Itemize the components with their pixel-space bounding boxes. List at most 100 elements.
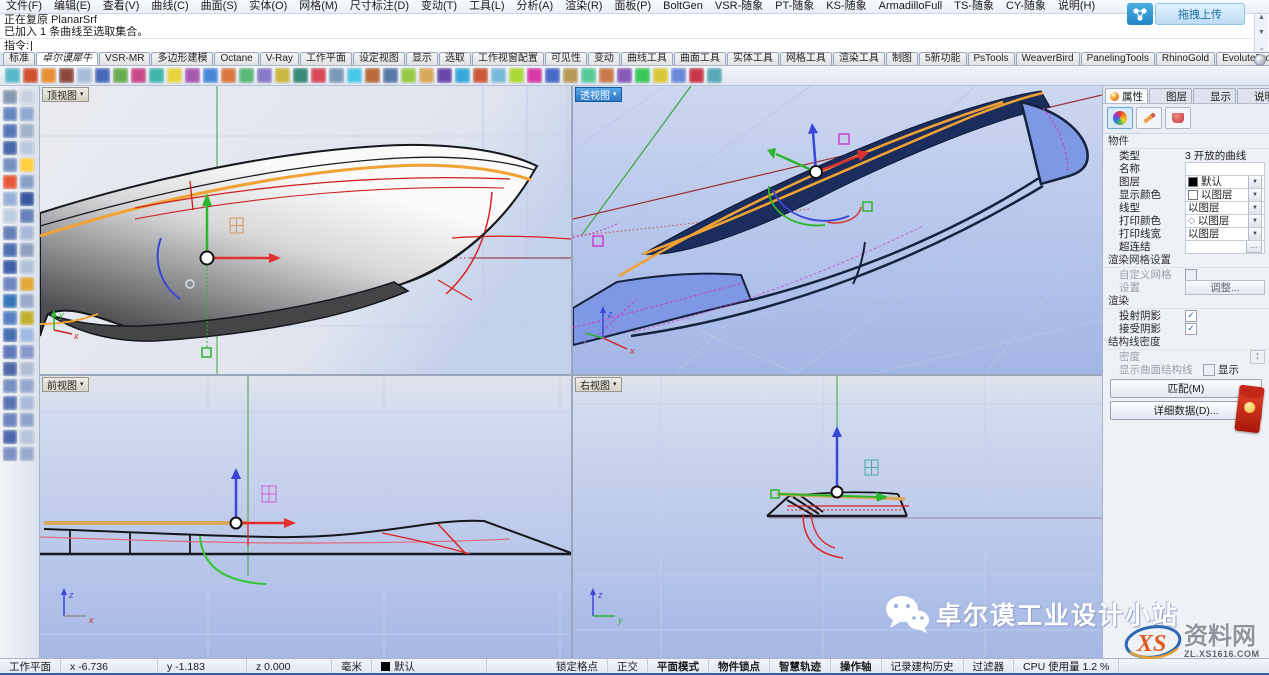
viewport-front[interactable]: z x 前视图▾	[40, 376, 571, 658]
tool-icon[interactable]	[20, 175, 34, 189]
status-toggle[interactable]: 过滤器	[964, 659, 1015, 674]
toolbar-icon[interactable]	[23, 68, 38, 83]
toolbar-icon[interactable]	[563, 68, 578, 83]
tool-icon[interactable]	[3, 294, 17, 308]
status-toggle[interactable]: 正交	[608, 659, 648, 674]
tool-icon[interactable]	[3, 141, 17, 155]
status-toggle[interactable]: 平面模式	[648, 659, 709, 674]
layer-select[interactable]: 默认 ▼	[1185, 175, 1265, 189]
tool-icon[interactable]	[3, 90, 17, 104]
toolbar-tab[interactable]: 卓尔谟犀牛	[36, 52, 98, 65]
status-toggle[interactable]: 锁定格点	[547, 659, 608, 674]
adjust-mesh-button[interactable]: 调整...	[1185, 280, 1265, 295]
menu-item[interactable]: 尺寸标注(D)	[344, 0, 415, 13]
panel-tab[interactable]: 显示	[1193, 88, 1236, 103]
dropdown-arrow-icon[interactable]: ▼	[1248, 214, 1262, 228]
linetype-select[interactable]: 以图层 ▼	[1185, 201, 1265, 215]
tool-icon[interactable]	[3, 226, 17, 240]
tool-icon[interactable]	[20, 328, 34, 342]
toolbar-icon[interactable]	[653, 68, 668, 83]
toolbar-icon[interactable]	[617, 68, 632, 83]
toolbar-icon[interactable]	[59, 68, 74, 83]
menu-item[interactable]: 说明(H)	[1052, 0, 1101, 13]
menu-item[interactable]: CY-随象	[1000, 0, 1052, 13]
toolbar-icon[interactable]	[275, 68, 290, 83]
menu-item[interactable]: 工具(L)	[463, 0, 510, 13]
paint-button[interactable]	[1165, 107, 1191, 129]
color-wheel-button[interactable]	[1107, 107, 1133, 129]
tool-icon[interactable]	[20, 260, 34, 274]
toolbar-icon[interactable]	[707, 68, 722, 83]
panel-tab[interactable]: 属性	[1105, 88, 1148, 103]
print-width-select[interactable]: 以图层 ▼	[1185, 227, 1265, 241]
tool-icon[interactable]	[3, 311, 17, 325]
tool-icon[interactable]	[3, 447, 17, 461]
toolbar-icon[interactable]	[311, 68, 326, 83]
toolbar-icon[interactable]	[455, 68, 470, 83]
menu-item[interactable]: 实体(O)	[243, 0, 293, 13]
tool-icon[interactable]	[20, 345, 34, 359]
menu-item[interactable]: KS-随象	[820, 0, 872, 13]
material-button[interactable]	[1136, 107, 1162, 129]
toolbar-icon[interactable]	[527, 68, 542, 83]
toolbar-icon[interactable]	[167, 68, 182, 83]
status-toggle[interactable]: CPU 使用量 1.2 %	[1014, 659, 1119, 674]
tool-icon[interactable]	[20, 158, 34, 172]
display-color-select[interactable]: 以图层 ▼	[1185, 188, 1265, 202]
panel-tab[interactable]: 说明	[1237, 88, 1269, 103]
print-color-select[interactable]: ◇ 以图层 ▼	[1185, 214, 1265, 228]
toolbar-icon[interactable]	[383, 68, 398, 83]
tool-icon[interactable]	[20, 413, 34, 427]
viewport-label-front[interactable]: 前视图▾	[42, 377, 89, 392]
toolbar-tab[interactable]: 网格工具	[780, 52, 832, 65]
menu-item[interactable]: 渲染(R)	[559, 0, 608, 13]
toolbar-icon[interactable]	[437, 68, 452, 83]
current-layer[interactable]: 默认	[372, 659, 487, 674]
menu-item[interactable]: 文件(F)	[0, 0, 48, 13]
toolbar-tab[interactable]: 工作平面	[300, 52, 352, 65]
toolbar-tab[interactable]: 变动	[588, 52, 620, 65]
toolbar-icon[interactable]	[329, 68, 344, 83]
menu-item[interactable]: ArmadilloFull	[873, 0, 949, 13]
tool-icon[interactable]	[20, 192, 34, 206]
toolbar-tab[interactable]: 制图	[886, 52, 918, 65]
toolbar-tab[interactable]: 曲面工具	[674, 52, 726, 65]
drag-upload-button[interactable]: 拖拽上传	[1155, 3, 1245, 25]
tool-icon[interactable]	[20, 243, 34, 257]
viewport-label-top[interactable]: 顶视图▾	[42, 87, 89, 102]
tool-icon[interactable]	[3, 107, 17, 121]
toolbar-icon[interactable]	[185, 68, 200, 83]
menu-item[interactable]: 分析(A)	[511, 0, 560, 13]
toolbar-tab[interactable]: 多边形建模	[151, 52, 213, 65]
tool-icon[interactable]	[3, 379, 17, 393]
tool-icon[interactable]	[20, 311, 34, 325]
tool-icon[interactable]	[20, 447, 34, 461]
toolbar-icon[interactable]	[689, 68, 704, 83]
dropdown-arrow-icon[interactable]: ▼	[1248, 201, 1262, 215]
toolbar-icon[interactable]	[95, 68, 110, 83]
tool-icon[interactable]	[20, 379, 34, 393]
tool-icon[interactable]	[3, 396, 17, 410]
scroll-down-icon[interactable]: ▼	[1258, 29, 1265, 36]
toolbar-tab[interactable]: 显示	[406, 52, 438, 65]
toolbar-icon[interactable]	[509, 68, 524, 83]
dropdown-arrow-icon[interactable]: ▼	[1248, 175, 1262, 189]
toolbar-tab[interactable]: PsTools	[968, 52, 1015, 65]
menu-item[interactable]: 面板(P)	[608, 0, 657, 13]
viewport-label-perspective[interactable]: 透视图▾	[575, 87, 622, 102]
receive-shadows-checkbox[interactable]	[1185, 323, 1197, 335]
tool-icon[interactable]	[3, 430, 17, 444]
dropdown-arrow-icon[interactable]: ▼	[1248, 227, 1262, 241]
toolbar-icon[interactable]	[293, 68, 308, 83]
toolbar-tab[interactable]: 5新功能	[919, 52, 967, 65]
tool-icon[interactable]	[3, 328, 17, 342]
toolbar-icon[interactable]	[473, 68, 488, 83]
toolbar-tab[interactable]: WeaverBird	[1016, 52, 1080, 65]
toolbar-tab[interactable]: Octane	[214, 52, 258, 65]
tool-icon[interactable]	[20, 90, 34, 104]
command-history-area[interactable]: 正在复原 PlanarSrf 已加入 1 条曲线至选取集合。 指令: ▲ ▼ ⌄	[0, 14, 1269, 53]
gear-icon[interactable]	[1254, 54, 1266, 66]
toolbar-icon[interactable]	[491, 68, 506, 83]
toolbar-icon[interactable]	[581, 68, 596, 83]
tool-icon[interactable]	[3, 124, 17, 138]
